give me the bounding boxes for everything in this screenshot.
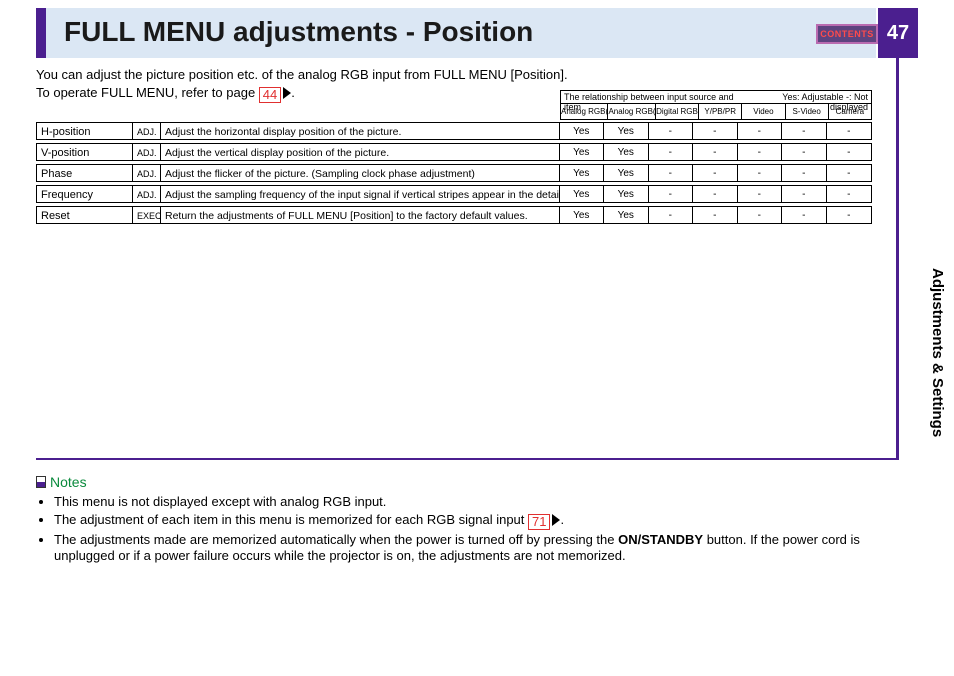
contents-button[interactable]: CONTENTS <box>816 24 878 44</box>
cell-name: Frequency <box>37 186 133 202</box>
relationship-label: The relationship between input source an… <box>561 91 751 103</box>
col-ypbpr: Y/PB/PR <box>699 104 742 119</box>
bottom-rule <box>36 458 896 460</box>
cell-src-3: - <box>693 207 738 223</box>
page-title: FULL MENU adjustments - Position <box>64 16 533 48</box>
cell-type: ADJ. <box>133 144 161 160</box>
note-item: This menu is not displayed except with a… <box>54 494 918 510</box>
cell-src-2: - <box>649 123 694 139</box>
cell-src-2: - <box>649 144 694 160</box>
cell-desc: Adjust the vertical display position of … <box>161 144 560 160</box>
note-item: The adjustments made are memorized autom… <box>54 532 918 564</box>
col-digital-rgb: Digital RGB <box>656 104 699 119</box>
cell-src-4: - <box>738 123 783 139</box>
cell-src-4: - <box>738 186 783 202</box>
cell-src-0: Yes <box>560 123 605 139</box>
page: { "header": { "title": "FULL MENU adjust… <box>0 0 954 676</box>
cell-type: EXEC. <box>133 207 161 223</box>
cell-src-1: Yes <box>604 144 649 160</box>
cell-src-4: - <box>738 144 783 160</box>
cell-name: V-position <box>37 144 133 160</box>
note-bold: ON/STANDBY <box>618 532 703 547</box>
cell-src-0: Yes <box>560 186 605 202</box>
cell-src-1: Yes <box>604 123 649 139</box>
cell-src-1: Yes <box>604 207 649 223</box>
table-row: FrequencyADJ.Adjust the sampling frequen… <box>36 185 872 203</box>
cell-type: ADJ. <box>133 165 161 181</box>
cell-desc: Adjust the flicker of the picture. (Samp… <box>161 165 560 181</box>
page-ref-71[interactable]: 71 <box>528 514 550 530</box>
cell-src-2: - <box>649 186 694 202</box>
cell-src-4: - <box>738 207 783 223</box>
cell-src-4: - <box>738 165 783 181</box>
cell-src-3: - <box>693 123 738 139</box>
cell-src-3: - <box>693 186 738 202</box>
note-text: . <box>560 512 564 527</box>
cell-src-6: - <box>827 144 872 160</box>
cell-name: Reset <box>37 207 133 223</box>
relationship-header: The relationship between input source an… <box>560 90 872 104</box>
cell-src-3: - <box>693 144 738 160</box>
relationship-box: The relationship between input source an… <box>560 90 872 120</box>
note-text: The adjustment of each item in this menu… <box>54 512 528 527</box>
cell-src-5: - <box>782 165 827 181</box>
cell-src-0: Yes <box>560 144 605 160</box>
page-number: 47 <box>878 8 918 58</box>
cell-src-2: - <box>649 207 694 223</box>
section-tab: Adjustments & Settings <box>906 268 946 437</box>
table-row: PhaseADJ.Adjust the flicker of the pictu… <box>36 164 872 182</box>
note-text: The adjustments made are memorized autom… <box>54 532 618 547</box>
col-video: Video <box>742 104 785 119</box>
col-svideo: S-Video <box>786 104 829 119</box>
col-camera: Camera <box>829 104 871 119</box>
intro-line2a: To operate FULL MENU, refer to page <box>36 85 259 100</box>
col-analog-rgb2: Analog RGB(2) <box>608 104 655 119</box>
main-table: H-positionADJ.Adjust the horizontal disp… <box>36 122 872 227</box>
title-stripe <box>36 8 46 58</box>
notes-header-text: Notes <box>50 474 87 490</box>
table-row: ResetEXEC.Return the adjustments of FULL… <box>36 206 872 224</box>
cell-src-2: - <box>649 165 694 181</box>
cell-name: H-position <box>37 123 133 139</box>
table-row: H-positionADJ.Adjust the horizontal disp… <box>36 122 872 140</box>
relationship-cols: Analog RGB(1) Analog RGB(2) Digital RGB … <box>560 104 872 120</box>
notes-header: Notes <box>36 474 918 490</box>
cell-src-0: Yes <box>560 165 605 181</box>
cell-type: ADJ. <box>133 123 161 139</box>
cell-src-3: - <box>693 165 738 181</box>
intro-line2b: . <box>291 85 295 100</box>
table-row: V-positionADJ.Adjust the vertical displa… <box>36 143 872 161</box>
cell-src-5: - <box>782 123 827 139</box>
cell-desc: Adjust the horizontal display position o… <box>161 123 560 139</box>
cell-src-0: Yes <box>560 207 605 223</box>
cell-desc: Return the adjustments of FULL MENU [Pos… <box>161 207 560 223</box>
cell-src-6: - <box>827 123 872 139</box>
notes-icon <box>36 476 46 488</box>
cell-name: Phase <box>37 165 133 181</box>
cell-src-5: - <box>782 144 827 160</box>
cell-src-5: - <box>782 207 827 223</box>
cell-src-1: Yes <box>604 186 649 202</box>
note-text: This menu is not displayed except with a… <box>54 494 386 509</box>
notes: Notes This menu is not displayed except … <box>36 474 918 566</box>
notes-list: This menu is not displayed except with a… <box>36 494 918 564</box>
cell-src-6: - <box>827 165 872 181</box>
note-item: The adjustment of each item in this menu… <box>54 512 918 530</box>
relationship-legend: Yes: Adjustable -: Not displayed <box>751 91 871 103</box>
cell-src-6: - <box>827 207 872 223</box>
cell-desc: Adjust the sampling frequency of the inp… <box>161 186 560 202</box>
cell-src-1: Yes <box>604 165 649 181</box>
cell-src-5: - <box>782 186 827 202</box>
page-ref-44[interactable]: 44 <box>259 87 281 103</box>
col-analog-rgb1: Analog RGB(1) <box>561 104 608 119</box>
cell-type: ADJ. <box>133 186 161 202</box>
right-rule <box>896 58 899 460</box>
intro-line1: You can adjust the picture position etc.… <box>36 66 856 84</box>
cell-src-6: - <box>827 186 872 202</box>
